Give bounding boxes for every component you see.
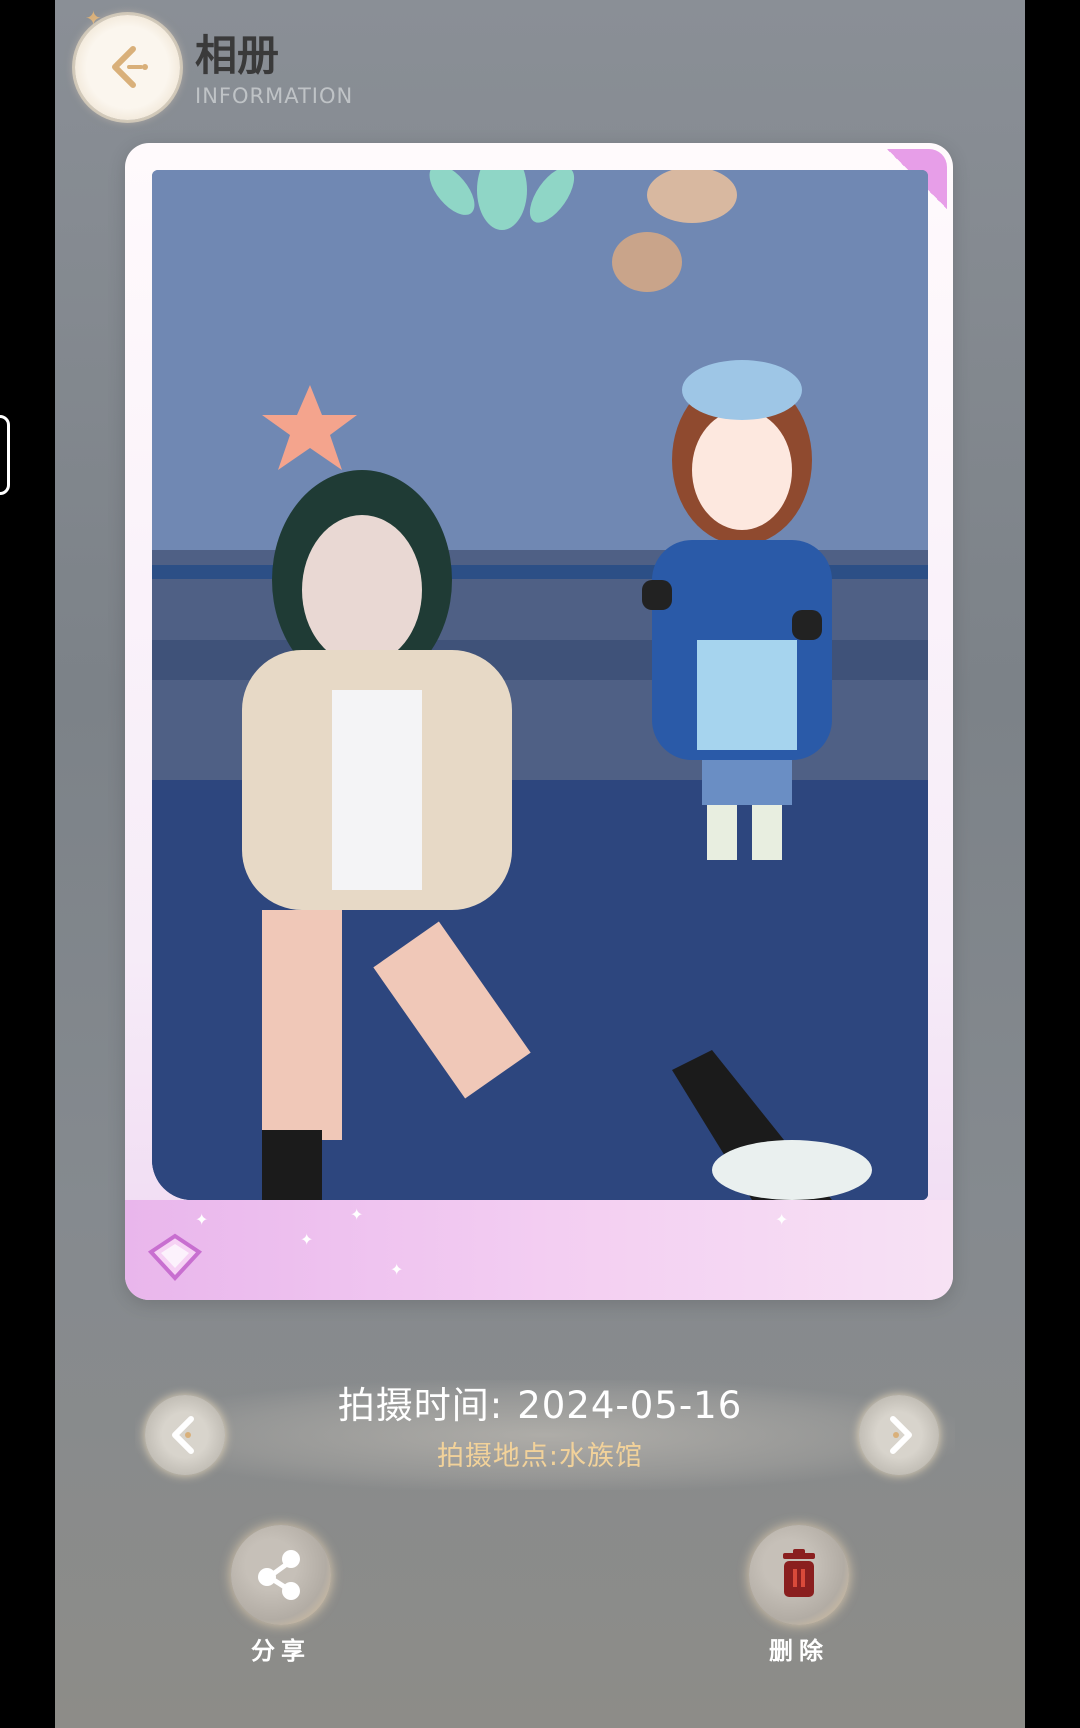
back-arrow-icon [112, 46, 148, 88]
back-button[interactable] [75, 15, 180, 120]
side-handle[interactable] [0, 415, 10, 495]
album-screen: ✦ 相册 INFORMATION ✦ ✦ ✦ ✦ ✦ 拍摄时间: 2024-05… [55, 0, 1025, 1728]
photo-image [152, 170, 928, 1200]
delete-button-circle[interactable] [749, 1525, 849, 1625]
capture-location-value: 水族馆 [559, 1441, 644, 1472]
capture-location: 拍摄地点:水族馆 [55, 1434, 1025, 1473]
sparkle-icon: ✦ [775, 1210, 789, 1229]
delete-button[interactable]: 删除 [744, 1525, 854, 1666]
album-photo[interactable] [152, 170, 928, 1200]
capture-date: 拍摄时间: 2024-05-16 [55, 1375, 1025, 1429]
card-footer-band: ✦ ✦ ✦ ✦ ✦ [125, 1200, 953, 1300]
trash-icon [783, 1549, 815, 1597]
capture-date-label: 拍摄时间: [337, 1384, 504, 1427]
sparkle-icon: ✦ [390, 1260, 404, 1279]
share-icon [258, 1550, 300, 1600]
photo-card: ✦ ✦ ✦ ✦ ✦ [125, 143, 953, 1300]
sparkle-icon: ✦ [300, 1230, 314, 1249]
page-title: 相册 [195, 31, 280, 80]
gem-icon [147, 1233, 203, 1281]
sparkle-icon: ✦ [350, 1205, 364, 1224]
sparkle-icon: ✦ [195, 1210, 209, 1229]
page-subtitle: INFORMATION [195, 84, 354, 108]
capture-location-label: 拍摄地点: [436, 1441, 560, 1472]
capture-date-value: 2024-05-16 [517, 1384, 743, 1427]
share-label: 分享 [251, 1637, 311, 1665]
delete-label: 删除 [769, 1637, 829, 1665]
share-button[interactable]: 分享 [226, 1525, 336, 1666]
share-button-circle[interactable] [231, 1525, 331, 1625]
